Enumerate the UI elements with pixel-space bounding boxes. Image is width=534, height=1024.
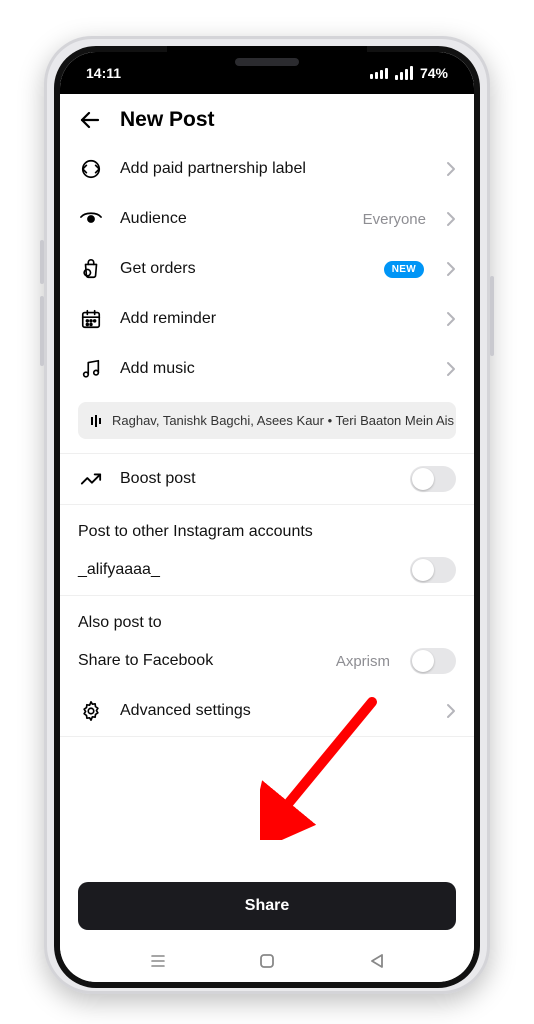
account-username: _alifyaaaa_ [78, 561, 160, 579]
back-arrow-icon[interactable] [78, 108, 102, 132]
orders-icon [78, 256, 104, 282]
option-label: Add music [120, 360, 195, 378]
music-icon [78, 356, 104, 382]
chevron-right-icon [446, 361, 456, 377]
partnership-icon [78, 156, 104, 182]
option-label: Get orders [120, 260, 196, 278]
facebook-toggle[interactable] [410, 648, 456, 674]
option-label: Add paid partnership label [120, 160, 306, 178]
volume-up-button [40, 240, 44, 284]
option-paid-partnership[interactable]: Add paid partnership label [60, 144, 474, 194]
option-advanced-settings[interactable]: Advanced settings [60, 686, 474, 736]
option-share-facebook[interactable]: Share to Facebook Axprism [60, 636, 474, 686]
option-add-music[interactable]: Add music [60, 344, 474, 394]
status-time: 14:11 [86, 65, 121, 81]
share-button-label: Share [245, 897, 289, 914]
option-label: Boost post [120, 470, 196, 488]
option-audience[interactable]: Audience Everyone [60, 194, 474, 244]
section-also-post-to: Also post to [60, 596, 474, 636]
option-label: Advanced settings [120, 702, 251, 720]
music-suggestion-text: Raghav, Tanishk Bagchi, Asees Kaur • Ter… [112, 413, 454, 428]
facebook-value: Axprism [336, 653, 390, 670]
equalizer-icon [90, 414, 104, 428]
option-label: Share to Facebook [78, 652, 213, 670]
phone-notch [167, 46, 367, 78]
new-badge: NEW [384, 261, 424, 278]
phone-frame: 14:11 74% New Post [44, 36, 490, 994]
audience-value: Everyone [363, 211, 426, 228]
account-row[interactable]: _alifyaaaa_ [60, 545, 474, 595]
signal-dots-icon [370, 68, 388, 79]
nav-recents-icon[interactable] [146, 949, 170, 973]
chevron-right-icon [446, 261, 456, 277]
volume-down-button [40, 296, 44, 366]
boost-toggle[interactable] [410, 466, 456, 492]
calendar-icon [78, 306, 104, 332]
power-button [490, 276, 494, 356]
music-suggestion-pill[interactable]: Raghav, Tanishk Bagchi, Asees Kaur • Ter… [78, 402, 456, 439]
chevron-right-icon [446, 161, 456, 177]
header: New Post [60, 94, 474, 144]
audience-icon [78, 206, 104, 232]
option-label: Audience [120, 210, 187, 228]
chevron-right-icon [446, 703, 456, 719]
nav-home-icon[interactable] [255, 949, 279, 973]
page-title: New Post [120, 108, 215, 132]
option-boost-post[interactable]: Boost post [60, 454, 474, 504]
section-post-to-accounts: Post to other Instagram accounts [60, 505, 474, 545]
signal-bars-icon [395, 66, 413, 80]
nav-back-icon[interactable] [365, 949, 389, 973]
chevron-right-icon [446, 311, 456, 327]
gear-icon [78, 698, 104, 724]
boost-icon [78, 466, 104, 492]
share-button[interactable]: Share [78, 882, 456, 930]
option-label: Add reminder [120, 310, 216, 328]
chevron-right-icon [446, 211, 456, 227]
option-get-orders[interactable]: Get orders NEW [60, 244, 474, 294]
battery-percent: 74% [420, 65, 448, 81]
option-add-reminder[interactable]: Add reminder [60, 294, 474, 344]
account-toggle[interactable] [410, 557, 456, 583]
android-nav-bar [60, 940, 474, 982]
